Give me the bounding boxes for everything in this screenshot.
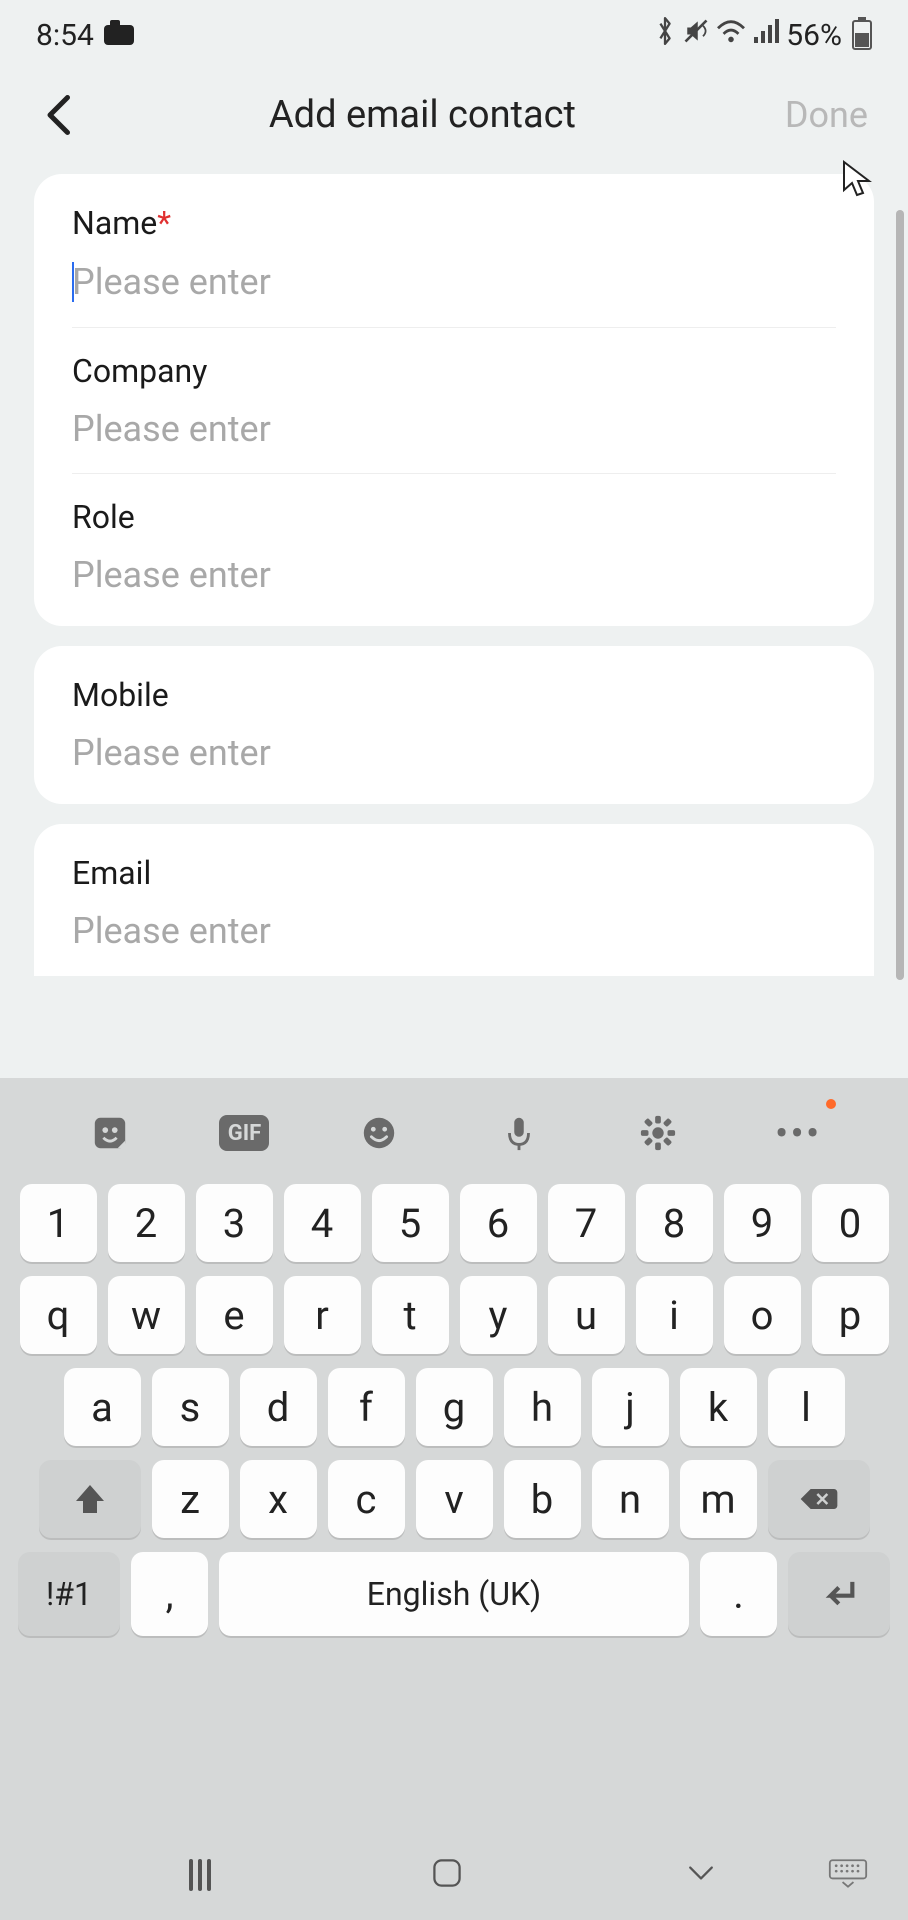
key-b[interactable]: b bbox=[504, 1460, 581, 1538]
key-9[interactable]: 9 bbox=[724, 1184, 801, 1262]
key-e[interactable]: e bbox=[196, 1276, 273, 1354]
keyboard-rows: 1234567890 qwertyuiop asdfghjkl zxcvbnm … bbox=[0, 1178, 908, 1660]
key-8[interactable]: 8 bbox=[636, 1184, 713, 1262]
keyboard-toolbar: GIF ••• bbox=[0, 1088, 908, 1178]
kb-row-qwerty: qwertyuiop bbox=[18, 1276, 890, 1354]
key-2[interactable]: 2 bbox=[108, 1184, 185, 1262]
field-mobile[interactable]: Mobile bbox=[34, 652, 874, 798]
bluetooth-icon bbox=[654, 16, 676, 54]
key-l[interactable]: l bbox=[768, 1368, 845, 1446]
system-navbar bbox=[0, 1830, 908, 1920]
field-label-email: Email bbox=[72, 854, 836, 892]
app-header: Add email contact Done bbox=[0, 70, 908, 160]
kb-row-numbers: 1234567890 bbox=[18, 1184, 890, 1262]
mobile-input[interactable] bbox=[72, 732, 836, 774]
nav-recent[interactable] bbox=[189, 1859, 211, 1891]
field-role[interactable]: Role bbox=[34, 474, 874, 620]
key-j[interactable]: j bbox=[592, 1368, 669, 1446]
key-y[interactable]: y bbox=[460, 1276, 537, 1354]
status-time: 8:54 bbox=[36, 18, 94, 53]
field-company[interactable]: Company bbox=[34, 328, 874, 474]
recording-icon bbox=[104, 25, 134, 45]
status-right: 56% bbox=[654, 16, 872, 54]
key-d[interactable]: d bbox=[240, 1368, 317, 1446]
key-7[interactable]: 7 bbox=[548, 1184, 625, 1262]
company-input[interactable] bbox=[72, 408, 836, 450]
card-mobile: Mobile bbox=[34, 646, 874, 804]
key-6[interactable]: 6 bbox=[460, 1184, 537, 1262]
nav-home[interactable] bbox=[429, 1855, 465, 1895]
key-n[interactable]: n bbox=[592, 1460, 669, 1538]
key-i[interactable]: i bbox=[636, 1276, 713, 1354]
enter-key[interactable] bbox=[788, 1552, 890, 1636]
key-0[interactable]: 0 bbox=[812, 1184, 889, 1262]
status-left: 8:54 bbox=[36, 18, 134, 53]
scroll-indicator[interactable] bbox=[896, 210, 904, 980]
gif-button[interactable]: GIF bbox=[219, 1115, 269, 1151]
done-button[interactable]: Done bbox=[775, 94, 878, 136]
voice-icon[interactable] bbox=[489, 1103, 549, 1163]
field-label-mobile: Mobile bbox=[72, 676, 836, 714]
wifi-icon bbox=[716, 18, 746, 53]
kb-row-asdf: asdfghjkl bbox=[18, 1368, 890, 1446]
field-label-role: Role bbox=[72, 498, 836, 536]
key-h[interactable]: h bbox=[504, 1368, 581, 1446]
key-a[interactable]: a bbox=[64, 1368, 141, 1446]
symbols-key[interactable]: !#1 bbox=[18, 1552, 120, 1636]
back-button[interactable] bbox=[30, 85, 90, 145]
key-z[interactable]: z bbox=[152, 1460, 229, 1538]
key-v[interactable]: v bbox=[416, 1460, 493, 1538]
key-g[interactable]: g bbox=[416, 1368, 493, 1446]
backspace-key[interactable] bbox=[768, 1460, 870, 1538]
field-label-company: Company bbox=[72, 352, 836, 390]
nav-back[interactable] bbox=[683, 1855, 719, 1895]
soft-keyboard: GIF ••• 1234567890 qwertyuiop asdfghjkl … bbox=[0, 1078, 908, 1920]
comma-key[interactable]: , bbox=[131, 1552, 208, 1636]
chevron-left-icon bbox=[45, 95, 75, 135]
page-title: Add email contact bbox=[90, 93, 775, 137]
key-w[interactable]: w bbox=[108, 1276, 185, 1354]
card-email: Email bbox=[34, 824, 874, 976]
key-o[interactable]: o bbox=[724, 1276, 801, 1354]
sticker-icon[interactable] bbox=[80, 1103, 140, 1163]
battery-percent: 56% bbox=[786, 18, 842, 53]
email-input[interactable] bbox=[72, 910, 836, 952]
key-p[interactable]: p bbox=[812, 1276, 889, 1354]
kb-row-bottom: !#1 , English (UK) . bbox=[18, 1552, 890, 1636]
key-m[interactable]: m bbox=[680, 1460, 757, 1538]
key-q[interactable]: q bbox=[20, 1276, 97, 1354]
key-s[interactable]: s bbox=[152, 1368, 229, 1446]
battery-icon bbox=[852, 20, 872, 50]
key-t[interactable]: t bbox=[372, 1276, 449, 1354]
status-bar: 8:54 56% bbox=[0, 0, 908, 70]
period-key[interactable]: . bbox=[700, 1552, 777, 1636]
space-key[interactable]: English (UK) bbox=[219, 1552, 689, 1636]
key-u[interactable]: u bbox=[548, 1276, 625, 1354]
field-name[interactable]: Name* Please enter bbox=[34, 180, 874, 328]
form-content: Name* Please enter Company Role Mobile E… bbox=[0, 160, 908, 976]
key-c[interactable]: c bbox=[328, 1460, 405, 1538]
key-4[interactable]: 4 bbox=[284, 1184, 361, 1262]
kb-row-zxcv: zxcvbnm bbox=[18, 1460, 890, 1538]
field-label-name: Name* bbox=[72, 204, 836, 242]
more-icon[interactable]: ••• bbox=[768, 1103, 828, 1163]
settings-icon[interactable] bbox=[628, 1103, 688, 1163]
key-r[interactable]: r bbox=[284, 1276, 361, 1354]
emoji-icon[interactable] bbox=[349, 1103, 409, 1163]
role-input[interactable] bbox=[72, 554, 836, 596]
hide-keyboard-icon[interactable] bbox=[828, 1858, 868, 1892]
key-k[interactable]: k bbox=[680, 1368, 757, 1446]
shift-key[interactable] bbox=[39, 1460, 141, 1538]
mute-vibrate-icon bbox=[682, 17, 710, 53]
card-primary: Name* Please enter Company Role bbox=[34, 174, 874, 626]
field-email[interactable]: Email bbox=[34, 830, 874, 970]
key-x[interactable]: x bbox=[240, 1460, 317, 1538]
cell-signal-icon bbox=[752, 18, 780, 53]
key-f[interactable]: f bbox=[328, 1368, 405, 1446]
key-1[interactable]: 1 bbox=[20, 1184, 97, 1262]
key-3[interactable]: 3 bbox=[196, 1184, 273, 1262]
key-5[interactable]: 5 bbox=[372, 1184, 449, 1262]
name-input[interactable]: Please enter bbox=[72, 260, 836, 304]
